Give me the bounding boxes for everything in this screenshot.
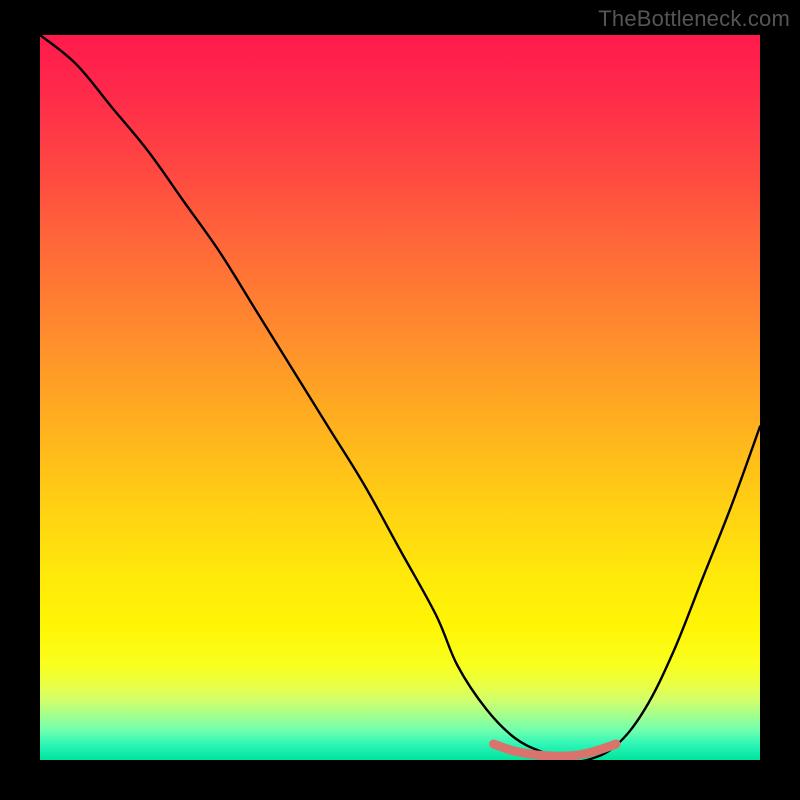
bottleneck-curve-path — [40, 35, 760, 760]
watermark-text: TheBottleneck.com — [598, 6, 790, 32]
chart-frame: TheBottleneck.com — [0, 0, 800, 800]
plot-area — [40, 35, 760, 760]
optimal-range-path — [494, 744, 616, 756]
curve-svg — [40, 35, 760, 760]
